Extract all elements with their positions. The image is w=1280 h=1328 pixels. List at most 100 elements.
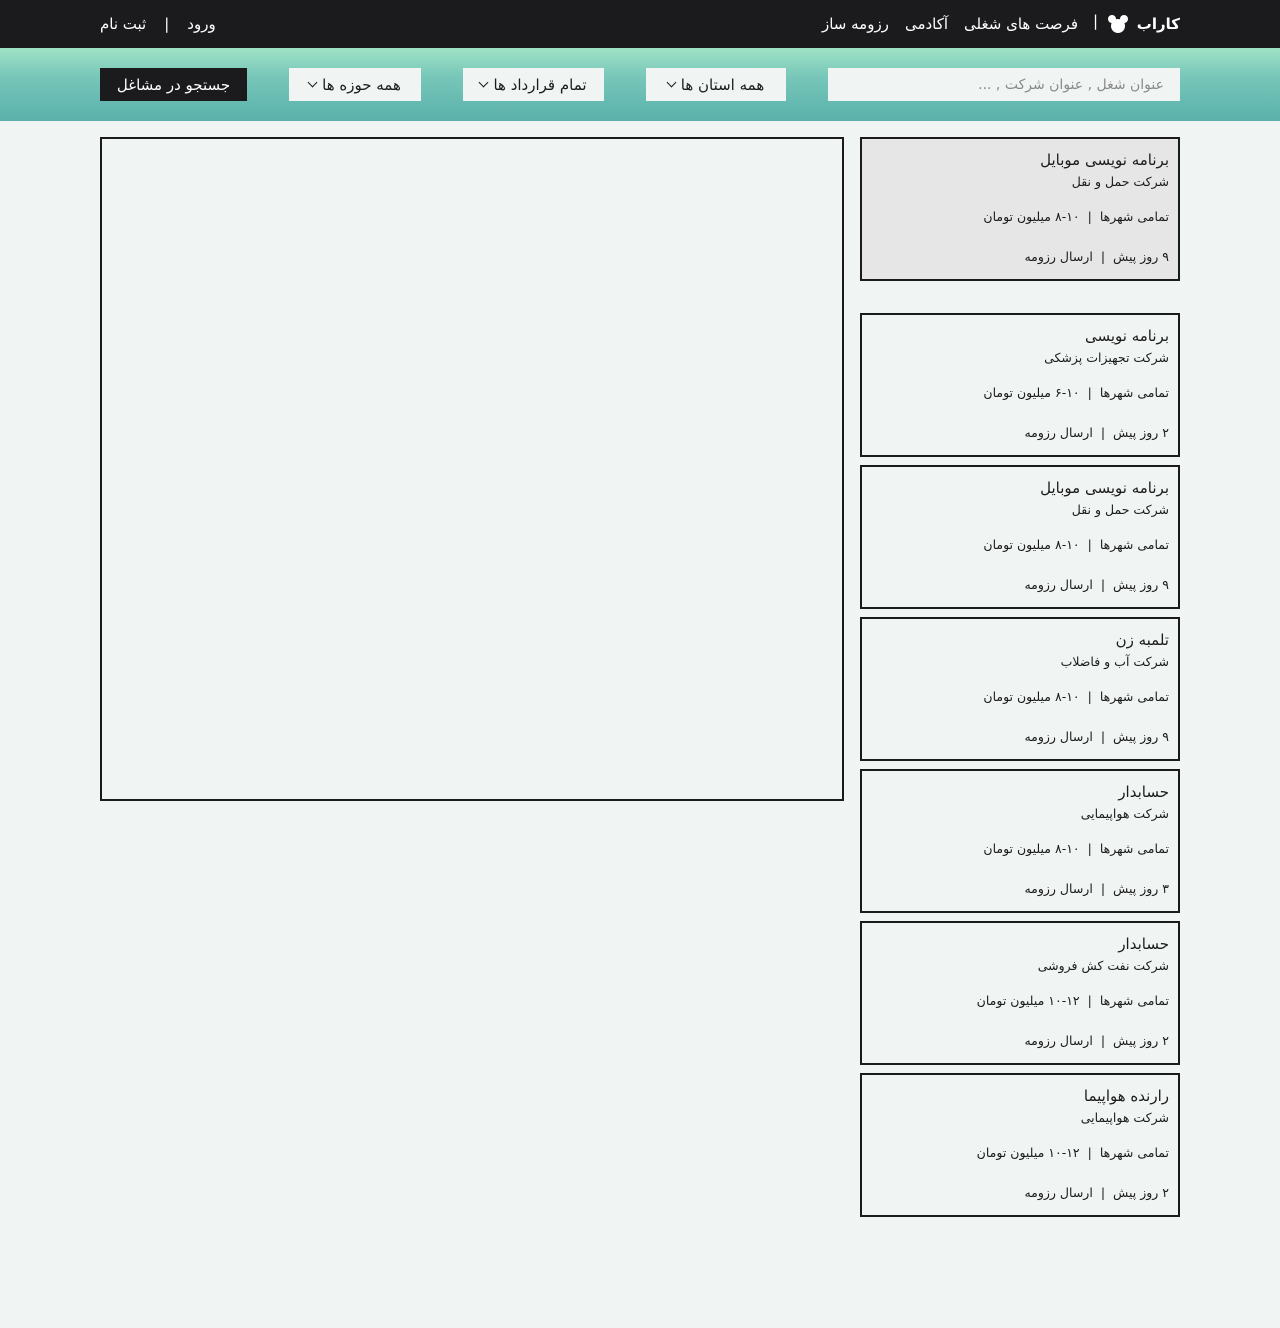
register-link[interactable]: ثبت نام	[100, 15, 146, 33]
job-meta: تمامی شهرها | ۸-۱۰ میلیون تومان	[871, 687, 1169, 707]
auth-links: ورود | ثبت نام	[100, 12, 216, 36]
nav-link-academy[interactable]: آکادمی	[905, 15, 948, 33]
send-resume-link[interactable]: ارسال رزومه	[1024, 423, 1092, 443]
job-company: شرکت حمل و نقل	[1071, 502, 1169, 517]
chevron-down-icon	[307, 77, 318, 88]
search-jobs-button[interactable]: جستجو در مشاغل	[100, 68, 247, 101]
send-resume-link[interactable]: ارسال رزومه	[1024, 1183, 1092, 1203]
meta-divider: |	[1087, 993, 1092, 1008]
job-location: تمامی شهرها	[1099, 385, 1169, 400]
send-resume-link[interactable]: ارسال رزومه	[1024, 1031, 1092, 1051]
brand-icon	[1107, 14, 1129, 34]
job-card[interactable]: برنامه نویسی موبایل شرکت حمل و نقل تمامی…	[860, 137, 1180, 281]
send-resume-link[interactable]: ارسال رزومه	[1024, 575, 1092, 595]
job-posted: ۲ روز پیش	[1113, 425, 1169, 440]
job-salary: ۸-۱۰ میلیون تومان	[983, 537, 1080, 552]
send-resume-link[interactable]: ارسال رزومه	[1024, 879, 1092, 899]
job-company: شرکت هواپیمایی	[1080, 806, 1169, 821]
contract-select[interactable]: تمام قرارداد ها	[463, 68, 604, 101]
job-title: حسابدار	[1118, 783, 1169, 801]
job-salary: ۱۰-۱۲ میلیون تومان	[976, 1145, 1080, 1160]
job-title: حسابدار	[1118, 935, 1169, 953]
job-meta: تمامی شهرها | ۱۰-۱۲ میلیون تومان	[871, 991, 1169, 1011]
job-card[interactable]: رارنده هواپیما شرکت هواپیمایی تمامی شهره…	[860, 1073, 1180, 1217]
footer-divider: |	[1100, 425, 1106, 440]
job-title: تلمبه زن	[1115, 631, 1169, 649]
job-location: تمامی شهرها	[1099, 209, 1169, 224]
job-card[interactable]: تلمبه زن شرکت آب و فاضلاب تمامی شهرها | …	[860, 617, 1180, 761]
job-salary: ۸-۱۰ میلیون تومان	[983, 841, 1080, 856]
footer-divider: |	[1100, 881, 1106, 896]
field-select[interactable]: همه حوزه ها	[289, 68, 421, 101]
job-posted: ۹ روز پیش	[1113, 249, 1169, 264]
brand-name: کاراب	[1136, 15, 1180, 33]
job-footer: ۳ روز پیش | ارسال رزومه	[871, 879, 1169, 899]
job-location: تمامی شهرها	[1099, 993, 1169, 1008]
search-band: همه استان ها تمام قرارداد ها همه حوزه ها…	[0, 48, 1280, 121]
footer-divider: |	[1100, 1033, 1106, 1048]
job-title: برنامه نویسی موبایل	[1040, 479, 1169, 497]
job-company: شرکت آب و فاضلاب	[1060, 654, 1169, 669]
footer-divider: |	[1100, 1185, 1106, 1200]
job-company: شرکت تجهیزات پزشکی	[1044, 350, 1169, 365]
top-navbar: کاراب | فرصت های شغلی آکادمی رزومه ساز و…	[0, 0, 1280, 48]
job-footer: ۹ روز پیش | ارسال رزومه	[871, 247, 1169, 267]
login-link[interactable]: ورود	[187, 15, 215, 33]
job-location: تمامی شهرها	[1099, 537, 1169, 552]
job-salary: ۶-۱۰ میلیون تومان	[983, 385, 1080, 400]
meta-divider: |	[1087, 689, 1092, 704]
meta-divider: |	[1087, 385, 1092, 400]
job-location: تمامی شهرها	[1099, 841, 1169, 856]
send-resume-link[interactable]: ارسال رزومه	[1024, 727, 1092, 747]
job-company: شرکت هواپیمایی	[1080, 1110, 1169, 1125]
province-select-label: همه استان ها	[680, 75, 765, 94]
job-title: رارنده هواپیما	[1083, 1087, 1169, 1105]
job-meta: تمامی شهرها | ۶-۱۰ میلیون تومان	[871, 383, 1169, 403]
job-posted: ۳ روز پیش	[1113, 881, 1169, 896]
job-posted: ۲ روز پیش	[1113, 1033, 1169, 1048]
meta-divider: |	[1087, 841, 1092, 856]
footer-divider: |	[1100, 577, 1106, 592]
job-title: برنامه نویسی موبایل	[1040, 151, 1169, 169]
job-meta: تمامی شهرها | ۱۰-۱۲ میلیون تومان	[871, 1143, 1169, 1163]
auth-divider: |	[164, 15, 170, 33]
job-meta: تمامی شهرها | ۸-۱۰ میلیون تومان	[871, 207, 1169, 227]
job-footer: ۹ روز پیش | ارسال رزومه	[871, 575, 1169, 595]
job-posted: ۲ روز پیش	[1113, 1185, 1169, 1200]
job-meta: تمامی شهرها | ۸-۱۰ میلیون تومان	[871, 535, 1169, 555]
job-posted: ۹ روز پیش	[1113, 577, 1169, 592]
job-footer: ۲ روز پیش | ارسال رزومه	[871, 1031, 1169, 1051]
job-title: برنامه نویسی	[1084, 327, 1169, 345]
chevron-down-icon	[479, 77, 489, 88]
search-input[interactable]	[828, 68, 1180, 101]
job-salary: ۸-۱۰ میلیون تومان	[983, 209, 1080, 224]
field-select-label: همه حوزه ها	[322, 75, 401, 94]
job-card[interactable]: برنامه نویسی شرکت تجهیزات پزشکی تمامی شه…	[860, 313, 1180, 457]
job-location: تمامی شهرها	[1099, 1145, 1169, 1160]
province-select[interactable]: همه استان ها	[646, 68, 786, 101]
nav-divider: |	[1092, 12, 1098, 30]
job-meta: تمامی شهرها | ۸-۱۰ میلیون تومان	[871, 839, 1169, 859]
meta-divider: |	[1087, 537, 1092, 552]
job-salary: ۸-۱۰ میلیون تومان	[983, 689, 1080, 704]
meta-divider: |	[1087, 1145, 1092, 1160]
job-card[interactable]: برنامه نویسی موبایل شرکت حمل و نقل تمامی…	[860, 465, 1180, 609]
job-card[interactable]: حسابدار شرکت هواپیمایی تمامی شهرها | ۸-۱…	[860, 769, 1180, 913]
nav-link-jobs[interactable]: فرصت های شغلی	[964, 15, 1078, 33]
send-resume-link[interactable]: ارسال رزومه	[1024, 247, 1092, 267]
job-card[interactable]: حسابدار شرکت نفت کش فروشی تمامی شهرها | …	[860, 921, 1180, 1065]
job-detail-panel	[100, 137, 844, 801]
main-nav: فرصت های شغلی آکادمی رزومه ساز	[822, 12, 1078, 36]
footer-divider: |	[1100, 249, 1106, 264]
chevron-down-icon	[666, 77, 677, 88]
job-company: شرکت نفت کش فروشی	[1037, 958, 1169, 973]
job-salary: ۱۰-۱۲ میلیون تومان	[976, 993, 1080, 1008]
job-company: شرکت حمل و نقل	[1071, 174, 1169, 189]
job-location: تمامی شهرها	[1099, 689, 1169, 704]
brand-logo[interactable]: کاراب	[1107, 12, 1180, 36]
nav-link-resume-builder[interactable]: رزومه ساز	[822, 15, 889, 33]
job-posted: ۹ روز پیش	[1113, 729, 1169, 744]
footer-divider: |	[1100, 729, 1106, 744]
contract-select-label: تمام قرارداد ها	[493, 75, 587, 94]
job-footer: ۲ روز پیش | ارسال رزومه	[871, 1183, 1169, 1203]
